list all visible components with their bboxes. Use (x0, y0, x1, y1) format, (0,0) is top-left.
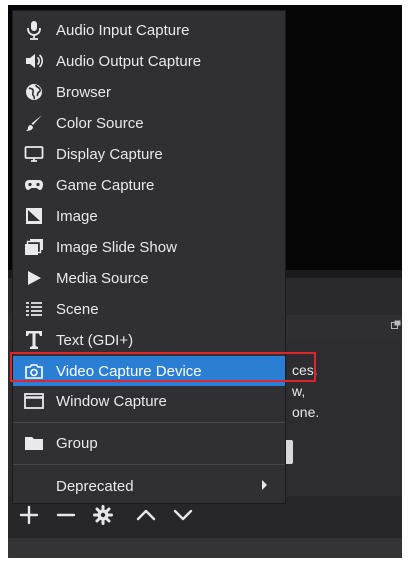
source-properties-button[interactable] (92, 504, 114, 526)
menu-item-display-capture[interactable]: Display Capture (13, 139, 285, 169)
menu-item-label: Video Capture Device (56, 362, 202, 380)
monitor-icon (24, 144, 44, 164)
menu-item-label: Media Source (56, 269, 149, 287)
chevron-down-icon (173, 509, 193, 521)
image-icon (24, 206, 44, 226)
menu-item-label: Audio Output Capture (56, 52, 202, 70)
menu-item-label: Deprecated (56, 477, 134, 495)
plus-icon (19, 505, 39, 525)
menu-item-group[interactable]: Group (13, 428, 285, 458)
text-icon (24, 330, 44, 350)
chevron-up-icon (136, 509, 156, 521)
menu-item-audio-output-capture[interactable]: Audio Output Capture (13, 46, 285, 76)
menu-item-game-capture[interactable]: Game Capture (13, 170, 285, 200)
menu-item-media-source[interactable]: Media Source (13, 263, 285, 293)
move-source-up-button[interactable] (135, 504, 157, 526)
submenu-arrow-icon (262, 480, 267, 490)
dock-float-icon[interactable] (391, 320, 401, 329)
sources-hint-line-3: one. (292, 404, 320, 420)
slideshow-icon (24, 237, 44, 257)
menu-separator (13, 422, 285, 423)
sources-hint-line-2: w, (292, 383, 306, 399)
play-icon (24, 268, 44, 288)
speaker-icon (24, 51, 44, 71)
menu-item-label: Text (GDI+) (56, 331, 134, 349)
microphone-icon (24, 20, 44, 40)
list-icon (24, 299, 44, 319)
menu-item-label: Image Slide Show (56, 238, 177, 256)
menu-item-label: Group (56, 434, 98, 452)
remove-source-button[interactable] (55, 504, 77, 526)
add-source-menu: Audio Input Capture Audio Output Capture… (12, 10, 286, 504)
menu-item-label: Image (56, 207, 98, 225)
minus-icon (56, 513, 76, 517)
screenshot-frame: ces. w, one. Audio Input Capture Audio O… (0, 0, 410, 562)
menu-item-label: Audio Input Capture (56, 21, 190, 39)
menu-item-label: Window Capture (56, 392, 167, 410)
menu-item-label: Display Capture (56, 145, 163, 163)
menu-item-window-capture[interactable]: Window Capture (13, 386, 285, 416)
menu-item-audio-input-capture[interactable]: Audio Input Capture (13, 15, 285, 45)
menu-item-image[interactable]: Image (13, 201, 285, 231)
menu-item-label: Color Source (56, 114, 144, 132)
gamepad-icon (24, 175, 44, 195)
bottom-bar (8, 538, 402, 558)
add-source-button[interactable] (18, 504, 40, 526)
globe-icon (24, 82, 44, 102)
menu-item-text-gdi[interactable]: Text (GDI+) (13, 325, 285, 355)
menu-separator (13, 464, 285, 465)
window-icon (24, 391, 44, 411)
camera-icon (24, 361, 44, 381)
menu-item-scene[interactable]: Scene (13, 294, 285, 324)
paintbrush-icon (24, 113, 44, 133)
menu-item-label: Scene (56, 300, 99, 318)
sources-hint-line-1: ces. (292, 362, 318, 378)
gear-icon (93, 505, 113, 525)
move-source-down-button[interactable] (172, 504, 194, 526)
menu-item-color-source[interactable]: Color Source (13, 108, 285, 138)
menu-item-deprecated[interactable]: Deprecated (13, 471, 285, 501)
folder-icon (24, 433, 44, 453)
menu-item-browser[interactable]: Browser (13, 77, 285, 107)
blank-icon (24, 476, 44, 496)
menu-item-image-slide-show[interactable]: Image Slide Show (13, 232, 285, 262)
menu-item-label: Game Capture (56, 176, 155, 194)
menu-item-video-capture-device[interactable]: Video Capture Device (13, 356, 285, 386)
menu-item-label: Browser (56, 83, 112, 101)
